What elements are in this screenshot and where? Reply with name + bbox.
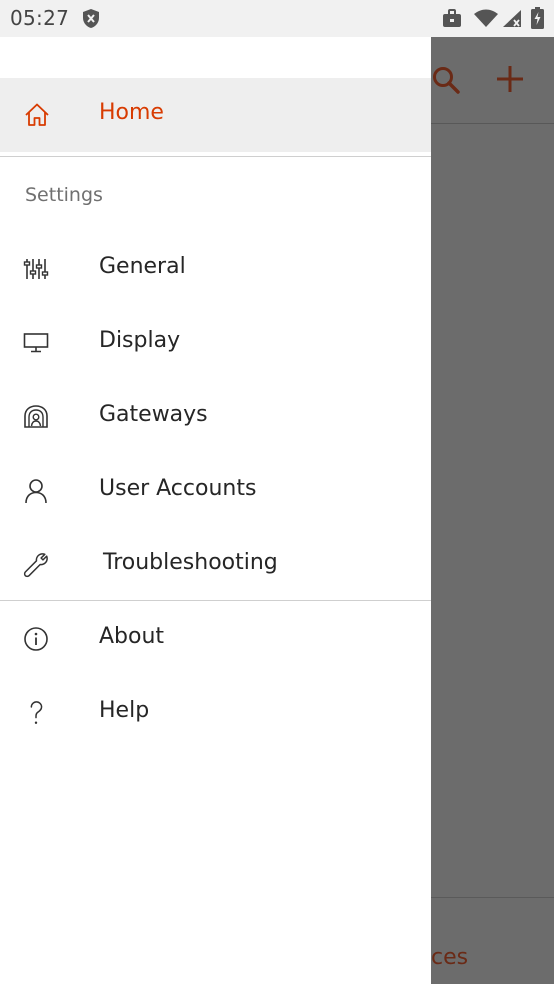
drawer-item-label: General — [99, 254, 186, 279]
briefcase-icon — [443, 9, 461, 27]
drawer-item-label: Troubleshooting — [103, 550, 278, 575]
drawer-item-display[interactable]: Display — [0, 306, 431, 380]
info-icon — [24, 627, 48, 651]
monitor-icon — [23, 333, 49, 353]
settings-section-header: Settings — [25, 184, 103, 206]
drawer-item-gateways[interactable]: Gateways — [0, 380, 431, 454]
wifi-icon — [474, 9, 498, 27]
signal-icon — [503, 10, 521, 27]
wrench-icon — [23, 553, 48, 578]
drawer-item-label: About — [99, 624, 165, 649]
gateway-icon — [24, 405, 48, 428]
shield-icon — [83, 9, 99, 28]
drawer-item-label: Display — [99, 328, 181, 353]
drawer-item-user-accounts[interactable]: User Accounts — [0, 454, 431, 528]
drawer-item-label: User Accounts — [99, 476, 257, 501]
sliders-icon — [23, 259, 49, 279]
drawer-item-about[interactable]: About — [0, 602, 431, 676]
navigation-drawer: Home Settings General Display Gateways U… — [0, 37, 431, 984]
divider — [0, 156, 431, 157]
drawer-item-help[interactable]: Help — [0, 676, 431, 750]
screen: 05:27 ces Home Settings General Display … — [0, 0, 554, 984]
drawer-item-home[interactable]: Home — [0, 78, 431, 152]
drawer-item-label: Help — [99, 698, 150, 723]
status-bar: 05:27 — [0, 0, 554, 37]
drawer-item-general[interactable]: General — [0, 232, 431, 306]
background-app-scrim[interactable]: ces — [431, 37, 554, 984]
battery-icon — [531, 7, 544, 29]
background-toolbar — [431, 37, 554, 124]
drawer-item-label: Gateways — [99, 402, 208, 427]
drawer-item-label: Home — [99, 100, 164, 125]
drawer-item-troubleshooting[interactable]: Troubleshooting — [0, 528, 431, 602]
search-icon — [433, 67, 460, 94]
question-icon — [30, 701, 43, 724]
background-bottom-nav-label: ces — [431, 945, 469, 970]
status-time: 05:27 — [10, 6, 70, 30]
add-icon — [497, 66, 523, 92]
home-icon — [25, 103, 49, 126]
divider — [0, 600, 431, 601]
user-icon — [25, 479, 47, 504]
background-bottom-nav: ces — [431, 897, 554, 984]
